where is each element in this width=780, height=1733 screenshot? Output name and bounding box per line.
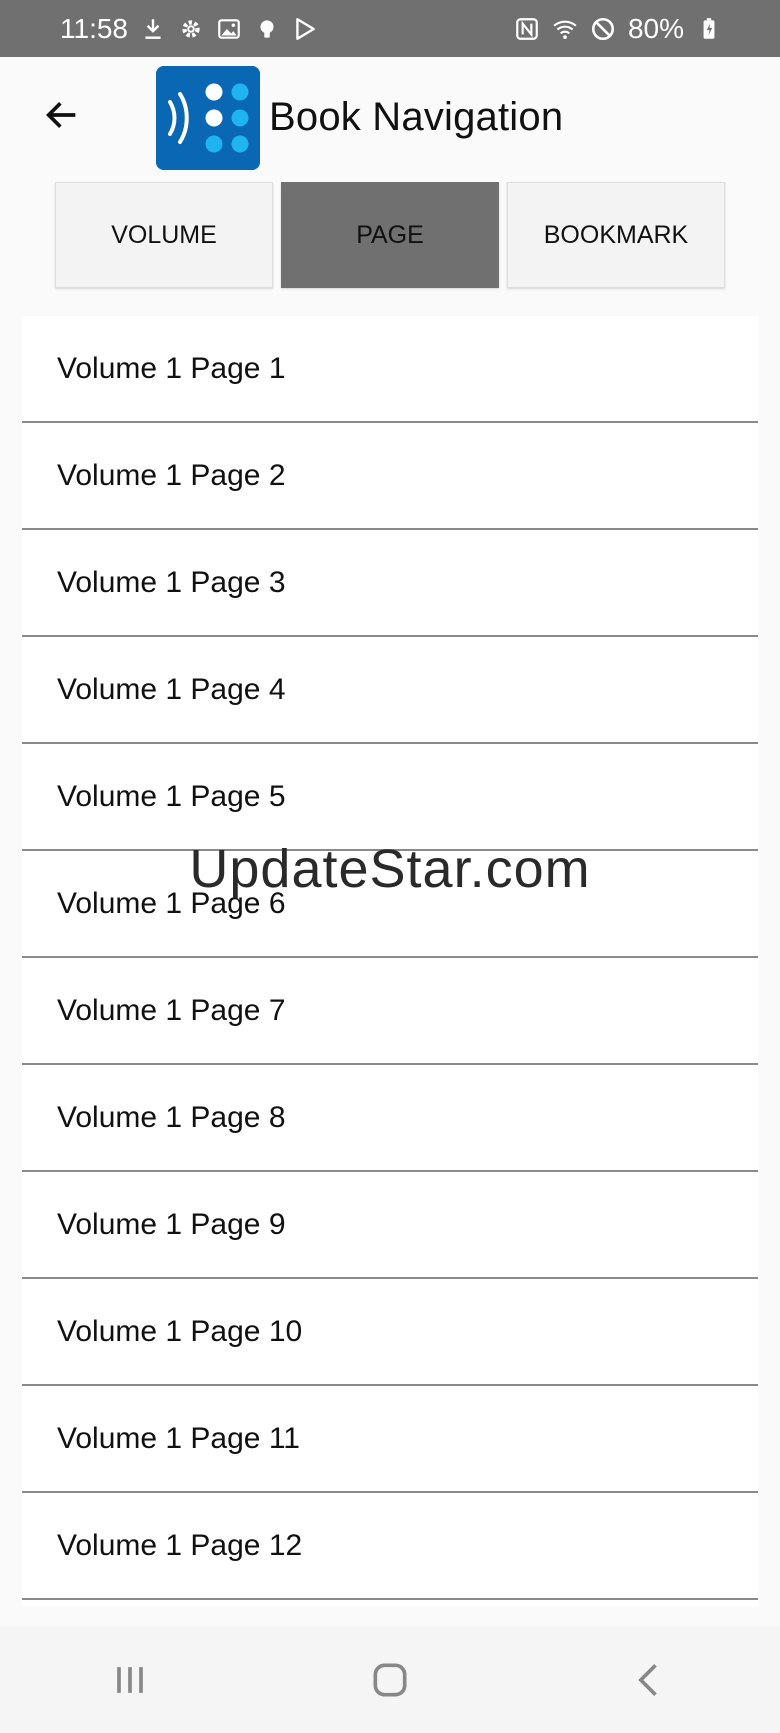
list-item[interactable]: Volume 1 Page 11 [22,1386,758,1493]
gear-icon [178,16,204,42]
download-icon [140,16,166,42]
list-item[interactable]: Volume 1 Page 5 [22,744,758,851]
tab-page[interactable]: PAGE [281,182,499,288]
system-back-button[interactable] [610,1640,690,1720]
recent-apps-icon [117,1666,143,1693]
back-button[interactable] [34,87,90,143]
battery-charging-icon [696,16,722,42]
nfc-icon [514,16,540,42]
app-header: Book Navigation [0,57,780,182]
list-item[interactable]: Volume 1 Page 10 [22,1279,758,1386]
do-not-disturb-icon [590,16,616,42]
back-nav-icon [638,1663,657,1696]
status-bar: 11:58 80% [0,0,780,57]
braille-app-logo-icon [156,66,260,170]
list-item[interactable]: Volume 1 Page 1 [22,316,758,423]
play-store-icon [292,16,318,42]
home-button[interactable] [350,1640,430,1720]
navigation-tabs: VOLUME PAGE BOOKMARK [55,182,725,288]
list-item[interactable]: Volume 1 Page 2 [22,423,758,530]
status-bar-right: 80% [514,13,780,45]
image-icon [216,16,242,42]
list-item[interactable]: Volume 1 Page 6 [22,851,758,958]
list-item[interactable]: Volume 1 Page 3 [22,530,758,637]
home-icon [373,1663,407,1696]
list-item[interactable]: Volume 1 Page 7 [22,958,758,1065]
list-item[interactable]: Volume 1 Page 8 [22,1065,758,1172]
status-bar-left: 11:58 [0,13,318,45]
wifi-icon [552,16,578,42]
list-item[interactable]: Volume 1 Page 4 [22,637,758,744]
recent-apps-button[interactable] [90,1640,170,1720]
tab-volume[interactable]: VOLUME [55,182,273,288]
tab-bookmark[interactable]: BOOKMARK [507,182,725,288]
list-item[interactable]: Volume 1 Page 9 [22,1172,758,1279]
system-nav-bar [0,1626,780,1733]
arrow-left-icon [46,102,76,128]
page-list[interactable]: Volume 1 Page 1 Volume 1 Page 2 Volume 1… [22,316,758,1606]
app-logo [156,66,260,170]
list-item[interactable]: Volume 1 Page 12 [22,1493,758,1600]
page-title: Book Navigation [269,95,564,139]
status-time: 11:58 [60,12,128,44]
battery-percent: 80% [627,12,684,44]
bulb-icon [254,16,280,42]
